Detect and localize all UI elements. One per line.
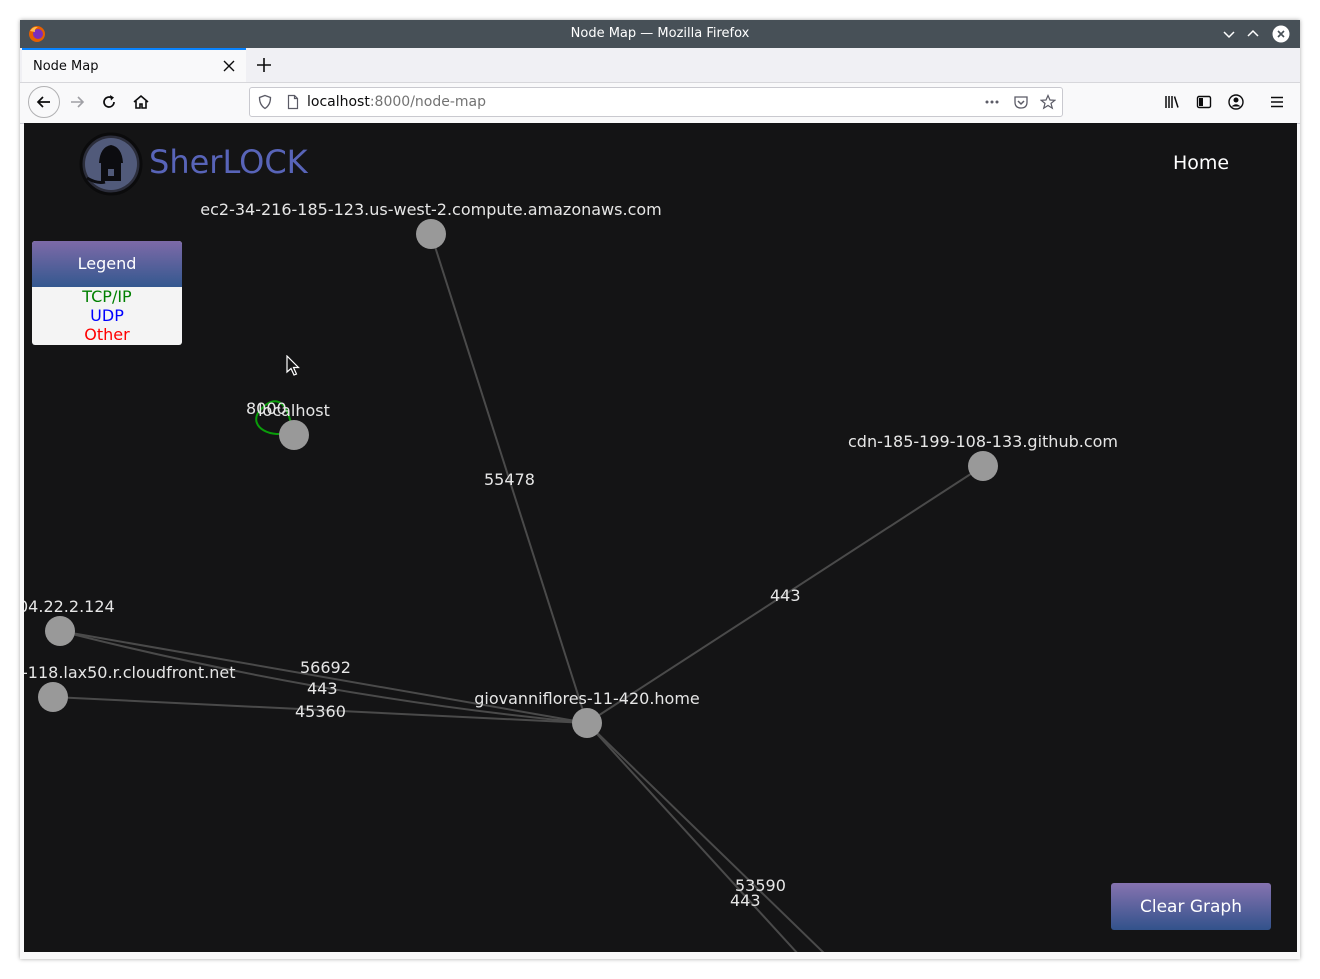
maximize-icon[interactable] [1244, 25, 1262, 43]
close-tab-icon[interactable] [222, 59, 236, 73]
pocket-icon[interactable] [1013, 94, 1029, 110]
menu-button[interactable] [1266, 91, 1288, 113]
node-label: -118.lax50.r.cloudfront.net [24, 663, 236, 682]
back-button[interactable] [28, 86, 60, 118]
shield-icon[interactable] [257, 94, 273, 110]
tab-strip: Node Map [20, 48, 1300, 83]
graph-node[interactable] [416, 219, 446, 249]
nav-home-link[interactable]: Home [1173, 152, 1229, 174]
url-host: localhost [307, 94, 370, 110]
legend-panel: Legend TCP/IP UDP Other [32, 241, 182, 345]
legend-item-udp: UDP [90, 306, 124, 325]
legend-item-tcp-ip: TCP/IP [82, 287, 132, 306]
reload-button[interactable] [98, 91, 120, 113]
page-viewport: 55478 443 56692 443 45360 53590 443 8000… [24, 123, 1297, 952]
library-button[interactable] [1161, 91, 1183, 113]
browser-window: Node Map — Mozilla Firefox Node Map loca… [20, 20, 1300, 959]
node-label: ec2-34-216-185-123.us-west-2.compute.ama… [200, 200, 661, 219]
forward-arrow-icon [71, 96, 85, 108]
legend-title: Legend [32, 241, 182, 287]
graph-node[interactable] [968, 451, 998, 481]
brand-name: SherLOCK [149, 143, 308, 181]
node-label: giovanniflores-11-420.home [474, 689, 700, 708]
close-window-icon[interactable] [1272, 25, 1290, 43]
more-actions-icon[interactable] [984, 94, 1000, 110]
edge-label: 443 [307, 679, 338, 698]
new-tab-icon[interactable] [255, 56, 273, 74]
mouse-cursor-icon [286, 355, 300, 376]
tab-node-map[interactable]: Node Map [22, 48, 246, 82]
node-label: localhost [258, 401, 330, 420]
graph-edge[interactable] [586, 722, 826, 952]
graph-node[interactable] [279, 420, 309, 450]
library-icon [1165, 96, 1179, 108]
edge-label: 56692 [300, 658, 351, 677]
window-titlebar[interactable]: Node Map — Mozilla Firefox [20, 20, 1300, 48]
reload-icon [103, 95, 115, 108]
tab-title: Node Map [33, 59, 99, 74]
legend-item-other: Other [84, 325, 130, 344]
node-map-graph[interactable]: 55478 443 56692 443 45360 53590 443 8000… [24, 123, 1297, 952]
page-icon[interactable] [285, 94, 301, 110]
minimize-icon[interactable] [1220, 25, 1238, 43]
edge-label: 45360 [295, 702, 346, 721]
graph-node[interactable] [572, 708, 602, 738]
bookmark-star-icon[interactable] [1040, 94, 1056, 110]
url-path: :8000/node-map [369, 94, 486, 110]
sidebar-icon [1196, 95, 1212, 109]
home-icon [133, 94, 149, 109]
hamburger-menu-icon [1271, 96, 1283, 108]
forward-button[interactable] [66, 91, 88, 113]
graph-node[interactable] [45, 616, 75, 646]
url-text[interactable]: localhost:8000/node-map [307, 94, 486, 110]
account-icon [1228, 94, 1244, 110]
clear-graph-button[interactable]: Clear Graph [1111, 883, 1271, 930]
graph-node[interactable] [38, 682, 68, 712]
node-label: cdn-185-199-108-133.github.com [848, 432, 1118, 451]
back-arrow-icon [36, 96, 50, 108]
account-button[interactable] [1225, 91, 1247, 113]
sidebar-button[interactable] [1193, 91, 1215, 113]
node-label: 04.22.2.124 [24, 597, 115, 616]
edge-label: 443 [730, 891, 761, 910]
address-bar[interactable]: localhost:8000/node-map [249, 87, 1063, 117]
window-title: Node Map — Mozilla Firefox [570, 26, 750, 41]
home-button[interactable] [130, 91, 152, 113]
sherlock-logo [79, 132, 143, 196]
graph-edge[interactable] [586, 722, 799, 952]
edge-label: 443 [770, 586, 801, 605]
navigation-toolbar: localhost:8000/node-map [20, 83, 1300, 124]
edge-label: 55478 [484, 470, 535, 489]
